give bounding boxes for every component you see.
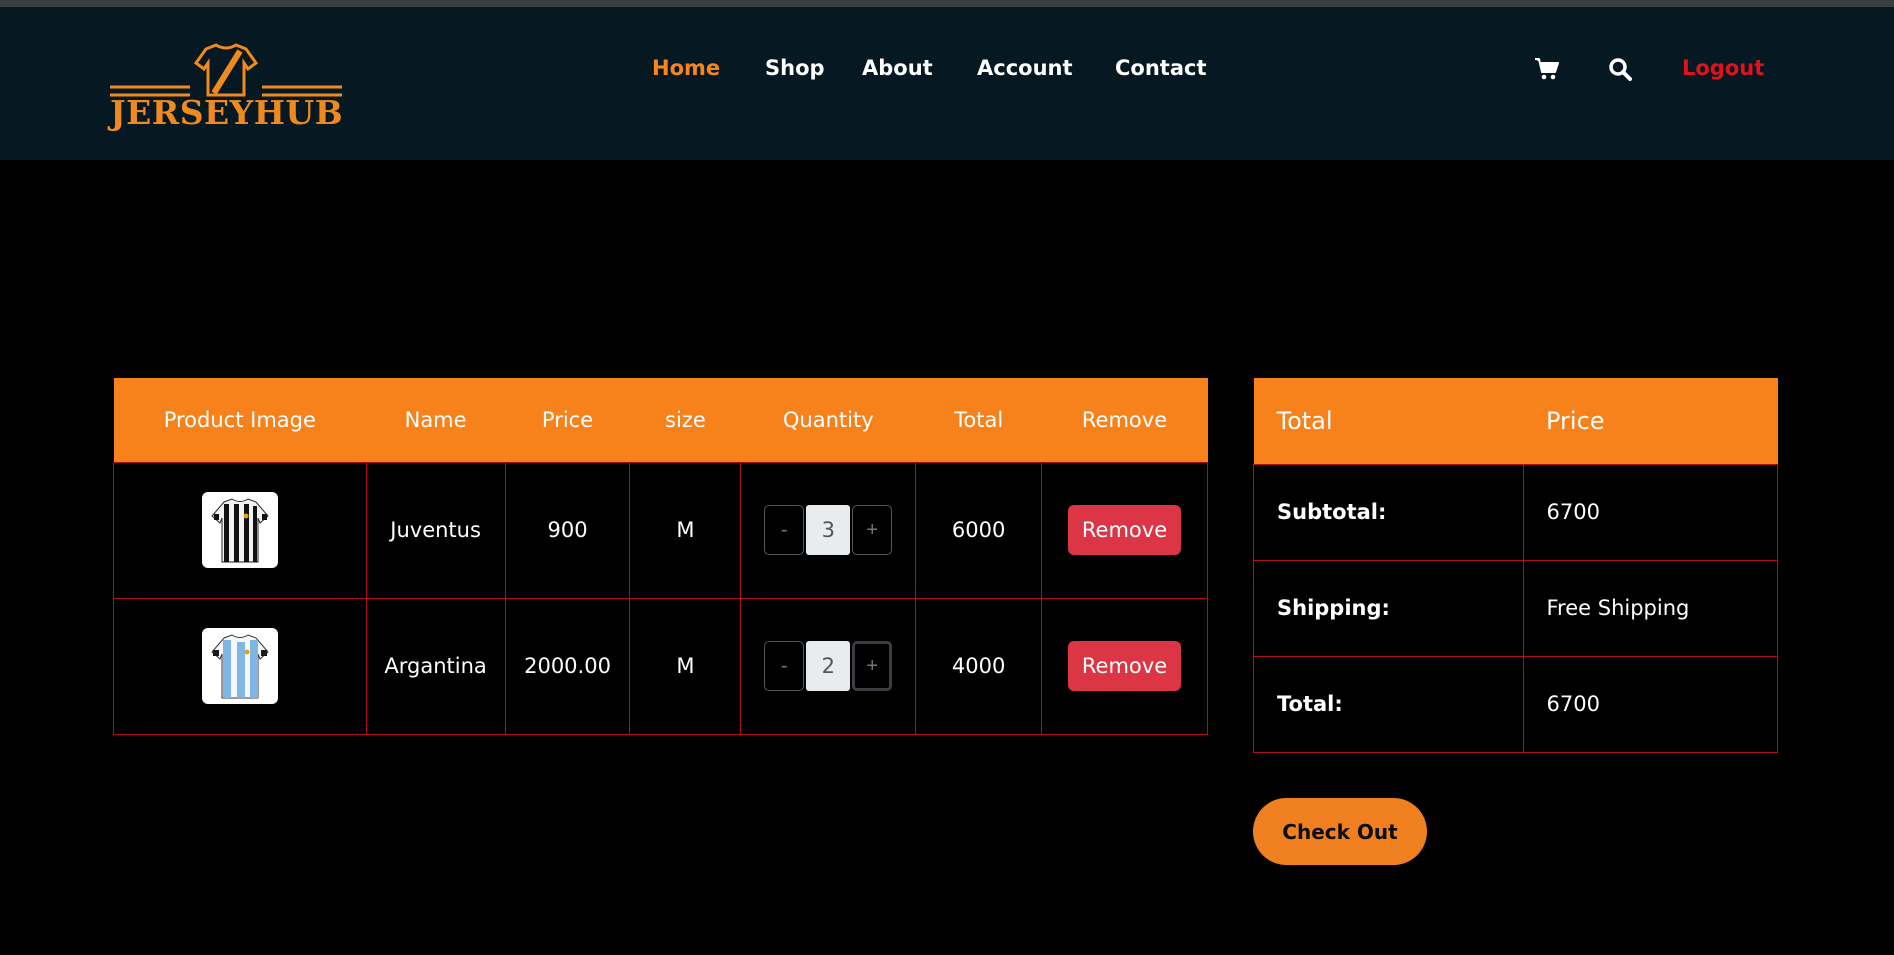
col-remove: Remove [1041, 378, 1208, 462]
search-icon[interactable] [1608, 57, 1636, 85]
qty-decrease-button[interactable]: - [764, 641, 805, 691]
row-total: 6000 [915, 461, 1043, 599]
table-row: Argantina 2000.00 M - 2 + 4000 Remove [113, 597, 1208, 735]
navbar: JERSEYHUB Home Shop About Account Contac… [0, 7, 1894, 160]
summary-header: Total Price [1253, 378, 1778, 464]
brand-name: JERSEYHUB [110, 93, 344, 132]
qty-increase-button[interactable]: + [852, 641, 893, 691]
product-size: M [629, 461, 742, 599]
summary-col-total: Total [1253, 378, 1523, 464]
total-label: Total: [1253, 655, 1524, 753]
quantity-stepper: - 3 + [764, 505, 893, 555]
nav-shop-link[interactable]: Shop [765, 56, 825, 80]
subtotal-label: Subtotal: [1253, 463, 1524, 561]
summary-col-price: Price [1523, 378, 1778, 464]
logout-link[interactable]: Logout [1682, 56, 1764, 80]
juventus-jersey-image [201, 492, 278, 568]
cart-icon[interactable] [1534, 57, 1562, 85]
col-size: size [629, 378, 741, 462]
row-total: 4000 [915, 597, 1043, 735]
qty-decrease-button[interactable]: - [764, 505, 805, 555]
cart-table-header: Product Image Name Price size Quantity T… [113, 378, 1208, 462]
col-price: Price [505, 378, 630, 462]
product-price: 2000.00 [504, 597, 631, 735]
summary-row: Total: 6700 [1253, 655, 1778, 753]
quantity-stepper: - 2 + [764, 641, 893, 691]
brand-logo[interactable]: JERSEYHUB [110, 43, 344, 139]
product-price: 900 [504, 461, 631, 599]
qty-increase-button[interactable]: + [852, 505, 893, 555]
col-quantity: Quantity [740, 378, 916, 462]
col-product-image: Product Image [113, 378, 367, 462]
summary-row: Shipping: Free Shipping [1253, 559, 1778, 657]
shipping-value: Free Shipping [1522, 559, 1778, 657]
remove-button[interactable]: Remove [1068, 505, 1182, 555]
product-image-cell [113, 461, 367, 599]
checkout-button[interactable]: Check Out [1253, 798, 1427, 865]
quantity-cell: - 2 + [740, 597, 917, 735]
browser-top-edge [0, 0, 1894, 7]
nav-account-link[interactable]: Account [977, 56, 1073, 80]
nav-about-link[interactable]: About [862, 56, 933, 80]
col-total: Total [915, 378, 1042, 462]
remove-button[interactable]: Remove [1068, 641, 1182, 691]
nav-contact-link[interactable]: Contact [1115, 56, 1207, 80]
remove-cell: Remove [1041, 461, 1208, 599]
argentina-jersey-image [201, 628, 278, 704]
nav-home-link[interactable]: Home [652, 56, 720, 80]
product-image-cell [113, 597, 367, 735]
col-name: Name [366, 378, 506, 462]
qty-value[interactable]: 2 [806, 641, 851, 691]
subtotal-value: 6700 [1522, 463, 1778, 561]
cart-table: Product Image Name Price size Quantity T… [113, 378, 1208, 735]
product-name: Juventus [365, 461, 506, 599]
total-value: 6700 [1522, 655, 1778, 753]
quantity-cell: - 3 + [740, 461, 917, 599]
product-size: M [629, 597, 742, 735]
cart-summary-table: Total Price Subtotal: 6700 Shipping: Fre… [1253, 378, 1778, 753]
table-row: Juventus 900 M - 3 + 6000 Remove [113, 461, 1208, 599]
qty-value[interactable]: 3 [806, 505, 851, 555]
summary-row: Subtotal: 6700 [1253, 463, 1778, 561]
shipping-label: Shipping: [1253, 559, 1524, 657]
product-name: Argantina [365, 597, 506, 735]
remove-cell: Remove [1041, 597, 1208, 735]
